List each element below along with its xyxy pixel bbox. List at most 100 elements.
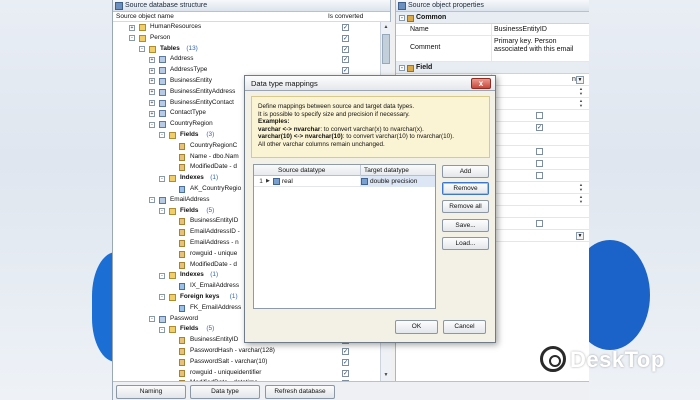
add-button[interactable]: Add — [442, 165, 489, 178]
is-converted-checkbox[interactable]: ✓ — [342, 67, 349, 75]
tree-row-count: (1) — [210, 271, 219, 279]
scrollbar-thumb[interactable] — [382, 34, 390, 64]
scroll-down-arrow-icon[interactable]: ▼ — [382, 371, 390, 379]
dialog-title-bar[interactable]: Data type mappings x — [245, 76, 495, 91]
collapse-icon[interactable]: - — [159, 326, 165, 333]
collapse-icon[interactable]: - — [129, 35, 135, 42]
expand-icon[interactable]: + — [149, 89, 155, 96]
source-structure-title: Source database structure — [125, 2, 208, 9]
table-icon — [159, 315, 166, 323]
property-row-comment[interactable]: Comment Primary key. Person associated w… — [396, 36, 589, 62]
section-field[interactable]: - Field — [396, 62, 589, 74]
tree-row[interactable]: rowguid - uniqueidentifier ✓ — [113, 368, 380, 379]
collapse-icon[interactable]: - — [159, 208, 165, 215]
property-checkbox[interactable]: ✓ — [536, 124, 543, 131]
section-common[interactable]: - Common — [396, 12, 589, 24]
tree-row[interactable]: PasswordHash - varchar(128) ✓ — [113, 346, 380, 357]
property-checkbox[interactable] — [536, 220, 543, 227]
tree-row-label: EmailAddress — [170, 195, 210, 203]
ok-button[interactable]: OK — [395, 320, 438, 334]
column-header-is-converted[interactable]: Is converted — [328, 12, 363, 22]
spinner-icon[interactable]: ▲ ▼ — [578, 86, 584, 96]
column-icon — [179, 229, 185, 237]
collapse-icon[interactable]: - — [159, 132, 165, 139]
dropdown-arrow-icon[interactable]: ▼ — [576, 76, 584, 84]
column-header-source[interactable]: Source datatype — [278, 165, 325, 176]
load-button[interactable]: Load... — [442, 237, 489, 250]
data-type-mappings-button[interactable]: Data type mappings... — [190, 385, 260, 399]
tree-row-label: BusinessEntityID — [190, 217, 239, 225]
scroll-up-arrow-icon[interactable]: ▲ — [382, 23, 390, 31]
is-converted-checkbox[interactable]: ✓ — [342, 24, 349, 31]
target-datatype-cell[interactable]: double precision — [360, 176, 435, 187]
is-converted-checkbox[interactable]: ✓ — [342, 56, 349, 64]
tree-row[interactable]: + HumanResources ✓ — [113, 22, 380, 33]
is-converted-checkbox[interactable]: ✓ — [342, 347, 349, 355]
source-properties-header: Source object properties — [396, 0, 589, 12]
remove-all-button[interactable]: Remove all — [442, 200, 489, 213]
property-checkbox[interactable] — [536, 148, 543, 155]
folder-icon — [169, 293, 176, 301]
refresh-database-button[interactable]: Refresh database — [265, 385, 335, 399]
spinner-icon[interactable]: ▲ ▼ — [578, 194, 584, 204]
collapse-icon[interactable]: - — [149, 197, 155, 204]
property-checkbox[interactable] — [536, 172, 543, 179]
column-header-object-name[interactable]: Source object name — [116, 13, 174, 20]
tree-row-label: BusinessEntityAddress — [170, 87, 236, 95]
table-icon — [159, 67, 166, 75]
naming-conventions-button[interactable]: Naming conventions... — [116, 385, 186, 399]
source-datatype-cell[interactable]: real — [272, 176, 360, 187]
is-converted-checkbox[interactable]: ✓ — [342, 358, 349, 366]
expand-icon[interactable]: + — [149, 100, 155, 107]
property-checkbox[interactable] — [536, 112, 543, 119]
mapping-row[interactable]: 1 ▶ real double precision — [254, 176, 435, 187]
is-converted-checkbox[interactable]: ✓ — [342, 34, 349, 42]
expand-icon[interactable]: + — [149, 110, 155, 117]
property-checkbox[interactable] — [536, 160, 543, 167]
collapse-icon[interactable]: - — [149, 121, 155, 128]
column-header-target[interactable]: Target datatype — [360, 165, 409, 176]
is-converted-checkbox[interactable]: ✓ — [342, 369, 349, 377]
tree-row-label: PasswordSalt - varchar(10) — [190, 357, 268, 365]
source-datatype-value: real — [282, 178, 293, 185]
tree-row-count: (5) — [206, 206, 215, 214]
property-name-value[interactable]: BusinessEntityID — [494, 26, 586, 34]
collapse-icon[interactable]: - — [139, 46, 145, 53]
tree-row[interactable]: PasswordSalt - varchar(10) ✓ — [113, 357, 380, 368]
tree-row-label: rowguid - uniqueidentifier — [190, 368, 262, 376]
expand-icon[interactable]: + — [149, 56, 155, 63]
is-converted-checkbox[interactable]: ✓ — [342, 45, 349, 53]
save-button[interactable]: Save... — [442, 219, 489, 232]
collapse-icon[interactable]: - — [399, 65, 405, 71]
collapse-icon[interactable]: - — [149, 316, 155, 323]
tree-row[interactable]: - Tables (13) ✓ — [113, 44, 380, 55]
tree-row-label: CountryRegion — [170, 120, 213, 128]
tree-row[interactable]: - Person ✓ — [113, 33, 380, 44]
collapse-icon[interactable]: - — [159, 175, 165, 182]
index-icon — [179, 304, 185, 312]
dropdown-arrow-icon[interactable]: ▼ — [576, 232, 584, 240]
database-icon — [115, 2, 123, 10]
spinner-icon[interactable]: ▲ ▼ — [578, 182, 584, 192]
close-icon[interactable]: x — [471, 78, 491, 89]
expand-icon[interactable]: + — [149, 78, 155, 85]
folder-icon — [149, 45, 156, 53]
collapse-icon[interactable]: - — [399, 15, 405, 21]
expand-icon[interactable]: + — [129, 24, 135, 31]
property-comment-value[interactable]: Primary key. Person associated with this… — [494, 38, 586, 54]
tree-row-label: Fields — [180, 325, 199, 333]
property-row-name[interactable]: Name BusinessEntityID — [396, 24, 589, 36]
tree-row-label: IX_EmailAddress — [190, 282, 240, 290]
cancel-button[interactable]: Cancel — [443, 320, 486, 334]
folder-icon — [169, 272, 176, 280]
collapse-icon[interactable]: - — [159, 272, 165, 279]
remove-button[interactable]: Remove — [442, 182, 489, 195]
collapse-icon[interactable]: - — [159, 294, 165, 301]
expand-icon[interactable]: + — [149, 67, 155, 74]
info-line: All other varchar columns remain unchang… — [258, 140, 385, 148]
column-icon — [179, 239, 185, 247]
spinner-icon[interactable]: ▲ ▼ — [578, 98, 584, 108]
mappings-grid[interactable]: Source datatype Target datatype 1 ▶ real… — [253, 164, 436, 309]
example-desc: : to convert varchar(x) to nvarchar(x). — [320, 125, 424, 133]
tree-row[interactable]: + Address ✓ — [113, 54, 380, 65]
